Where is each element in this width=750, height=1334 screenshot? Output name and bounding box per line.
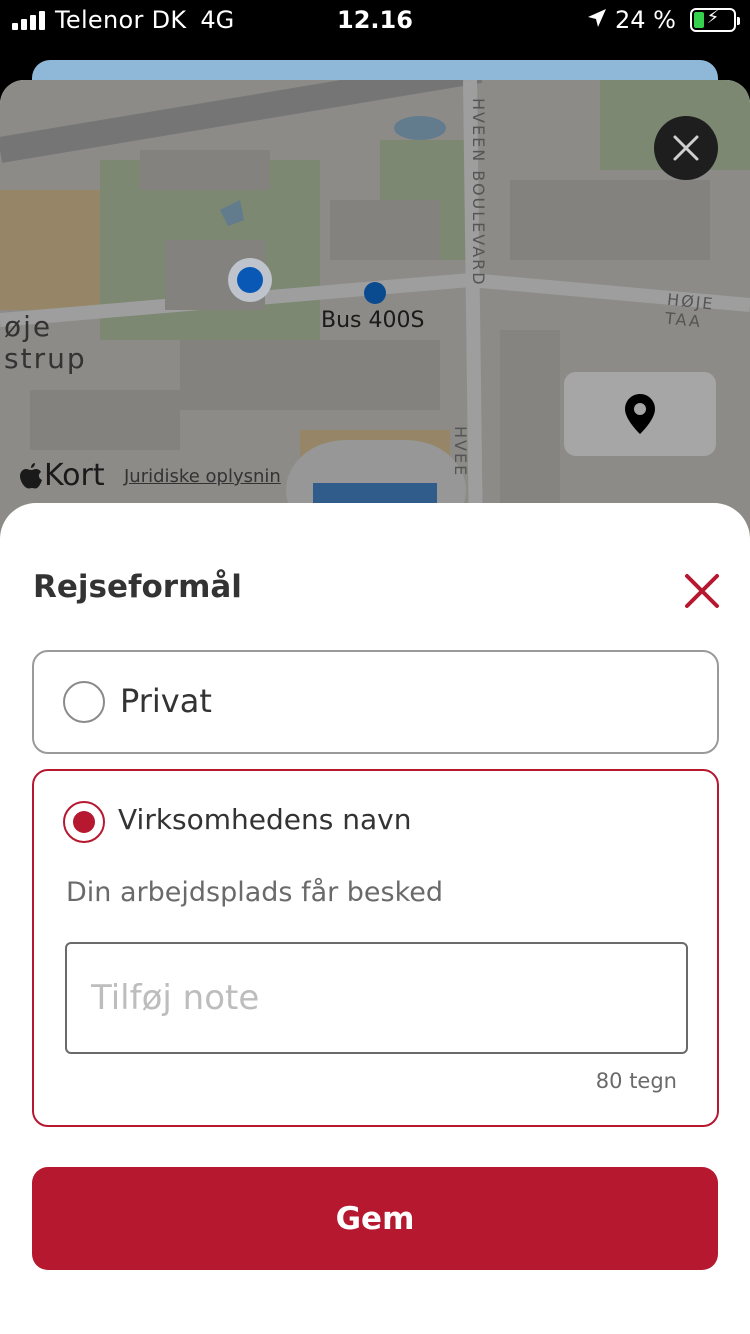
bus-stop-label: Bus 400S: [321, 308, 425, 333]
option-business[interactable]: Virksomhedens navn Din arbejdsplads får …: [32, 769, 719, 1127]
locate-button[interactable]: [564, 372, 716, 456]
apple-logo-icon: [20, 462, 42, 488]
legal-link[interactable]: Juridiske oplysnin: [124, 466, 281, 487]
charging-bolt-icon: ⚡: [706, 7, 720, 28]
status-bar: Telenor DK 4G 12.16 24 % ⚡: [0, 0, 750, 44]
maps-brand-label: Kort: [44, 458, 105, 493]
map-street-label: HVEE: [451, 426, 470, 478]
private-radio[interactable]: [63, 681, 105, 723]
business-radio[interactable]: [63, 801, 105, 843]
map-pin-icon: [625, 394, 655, 434]
char-limit-label: 80 tegn: [595, 1069, 677, 1093]
save-button[interactable]: Gem: [32, 1167, 718, 1270]
option-label: Virksomhedens navn: [118, 803, 412, 836]
sheet-title: Rejseformål: [33, 569, 242, 605]
maps-brand: Kort: [20, 458, 105, 493]
map-view[interactable]: øje strup HVEEN BOULEVARD HØJE TAA HVEE …: [0, 80, 750, 540]
close-icon: [673, 135, 699, 161]
map-close-button[interactable]: [654, 116, 718, 180]
map-place-label: strup: [4, 342, 87, 375]
option-private[interactable]: Privat: [32, 650, 719, 754]
user-location-marker: [228, 258, 272, 302]
map-street-label: HVEEN BOULEVARD: [469, 98, 488, 287]
close-icon: [685, 574, 719, 608]
bus-stop-marker[interactable]: [364, 282, 386, 304]
map-place-label: øje: [4, 310, 53, 343]
battery-icon: ⚡: [690, 7, 740, 32]
battery-percent: 24 %: [615, 6, 676, 34]
trip-purpose-sheet: Rejseformål Privat Virksomhedens navn Di…: [0, 503, 750, 1334]
option-label: Privat: [120, 682, 212, 720]
note-input[interactable]: [65, 942, 688, 1054]
location-arrow-icon: [587, 6, 607, 34]
helper-text: Din arbejdsplads får besked: [66, 877, 444, 908]
status-right: 24 % ⚡: [587, 6, 740, 34]
sheet-close-button[interactable]: [682, 571, 722, 611]
